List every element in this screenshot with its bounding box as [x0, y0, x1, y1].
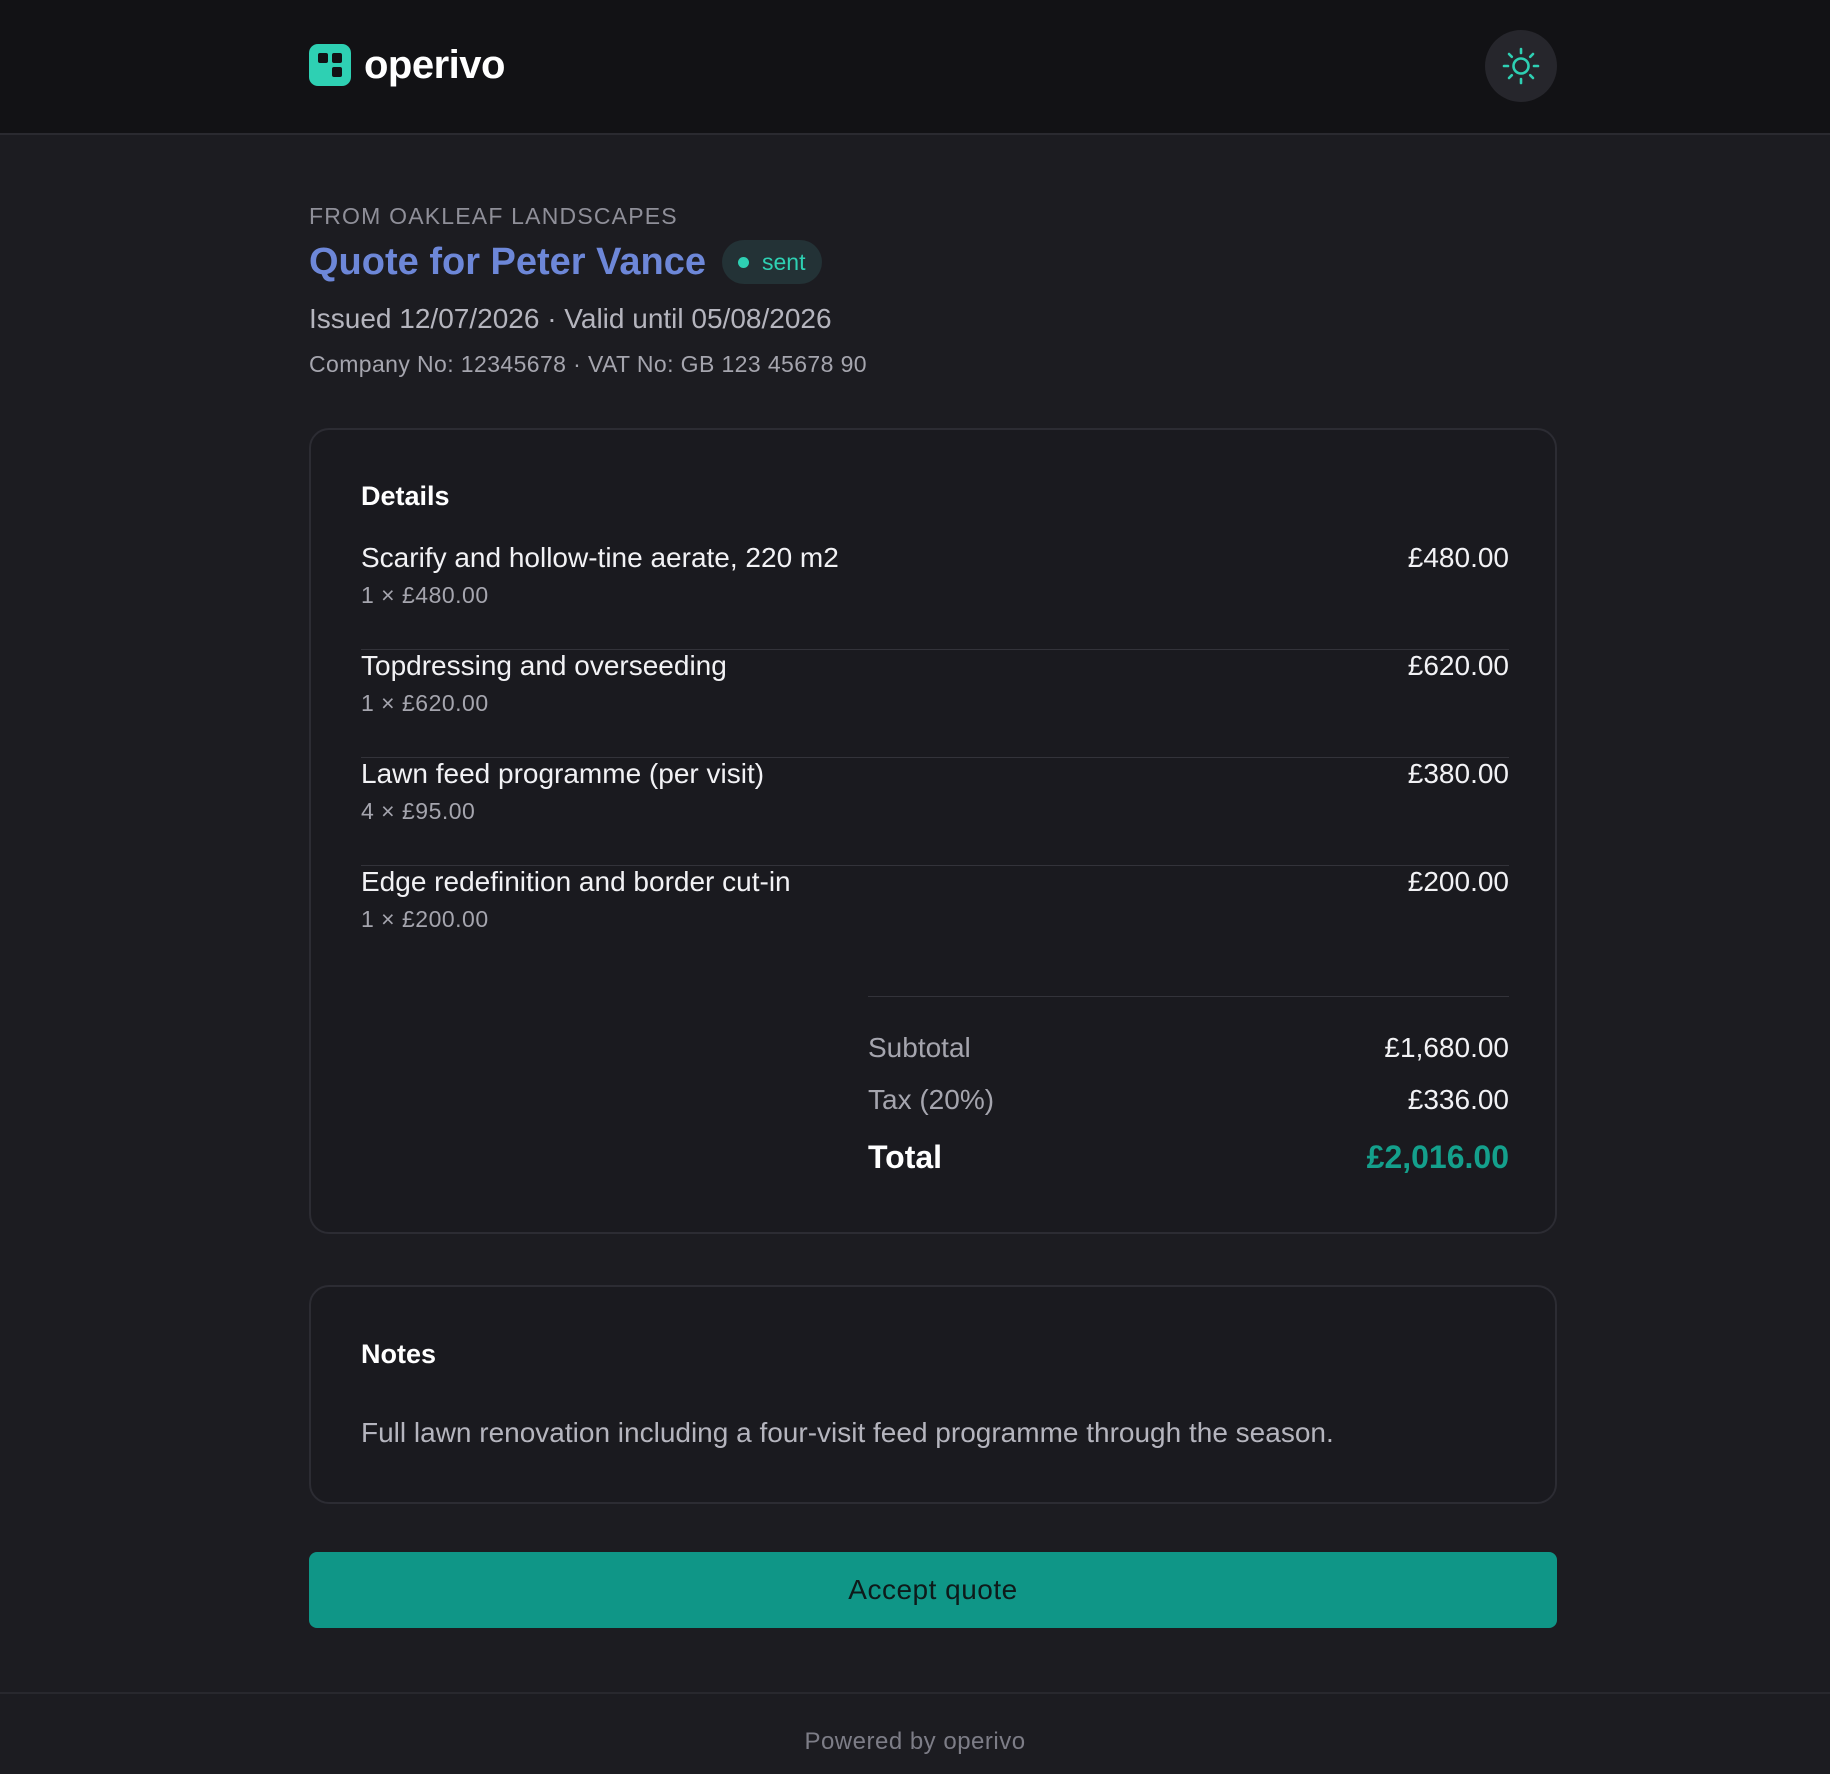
notes-text: Full lawn renovation including a four-vi… [361, 1417, 1334, 1448]
line-item: Scarify and hollow-tine aerate, 220 m2 1… [361, 542, 1509, 650]
item-amount: £620.00 [1407, 650, 1509, 681]
brand-name: operivo [364, 42, 505, 87]
totals-section: Subtotal £1,680.00 Tax (20%) £336.00 Tot… [868, 996, 1509, 1175]
subtotal-row: Subtotal £1,680.00 [868, 1032, 1509, 1064]
item-quantity: 1 × £620.00 [361, 690, 489, 716]
line-item: Edge redefinition and border cut-in 1 × … [361, 866, 1509, 974]
line-item: Lawn feed programme (per visit) 4 × £95.… [361, 758, 1509, 866]
details-heading: Details [361, 481, 450, 511]
subtotal-value: £1,680.00 [1384, 1032, 1509, 1063]
item-amount: £380.00 [1407, 758, 1509, 789]
sender-label: FROM OAKLEAF LANDSCAPES [309, 203, 678, 229]
item-amount: £480.00 [1407, 542, 1509, 573]
total-label: Total [868, 1139, 943, 1175]
notes-card: Notes Full lawn renovation including a f… [309, 1285, 1557, 1504]
line-item: Topdressing and overseeding 1 × £620.00 … [361, 650, 1509, 758]
item-quantity: 1 × £480.00 [361, 582, 489, 608]
total-value: £2,016.00 [1366, 1139, 1509, 1175]
tax-value: £336.00 [1407, 1084, 1509, 1115]
item-amount: £200.00 [1407, 866, 1509, 897]
footer: Powered by operivo [0, 1692, 1830, 1774]
sun-icon [1502, 47, 1540, 85]
line-items: Scarify and hollow-tine aerate, 220 m2 1… [361, 542, 1509, 974]
brand-logo[interactable]: operivo [309, 40, 505, 90]
accept-quote-button[interactable]: Accept quote [309, 1552, 1557, 1628]
subtotal-label: Subtotal [868, 1032, 971, 1063]
notes-heading: Notes [361, 1339, 437, 1369]
quote-dates: Issued 12/07/2026 · Valid until 05/08/20… [309, 303, 832, 334]
item-quantity: 4 × £95.00 [361, 798, 476, 824]
top-bar: operivo [0, 0, 1830, 135]
item-description: Edge redefinition and border cut-in [361, 866, 791, 897]
details-card: Details Scarify and hollow-tine aerate, … [309, 428, 1557, 1234]
powered-by-text: Powered by operivo [804, 1728, 1026, 1755]
total-row: Total £2,016.00 [868, 1139, 1509, 1176]
tax-row: Tax (20%) £336.00 [868, 1084, 1509, 1116]
item-description: Topdressing and overseeding [361, 650, 727, 681]
theme-toggle-button[interactable] [1485, 30, 1557, 102]
title-row: Quote for Peter Vance sent [309, 240, 822, 284]
tax-label: Tax (20%) [868, 1084, 995, 1115]
status-badge: sent [722, 240, 822, 284]
item-description: Lawn feed programme (per visit) [361, 758, 765, 789]
status-dot-icon [738, 256, 750, 268]
company-info: Company No: 12345678 · VAT No: GB 123 45… [309, 351, 867, 377]
page-title: Quote for Peter Vance [309, 240, 707, 283]
item-quantity: 1 × £200.00 [361, 906, 489, 932]
logo-icon [309, 44, 351, 86]
status-text: sent [762, 248, 806, 275]
item-description: Scarify and hollow-tine aerate, 220 m2 [361, 542, 839, 573]
